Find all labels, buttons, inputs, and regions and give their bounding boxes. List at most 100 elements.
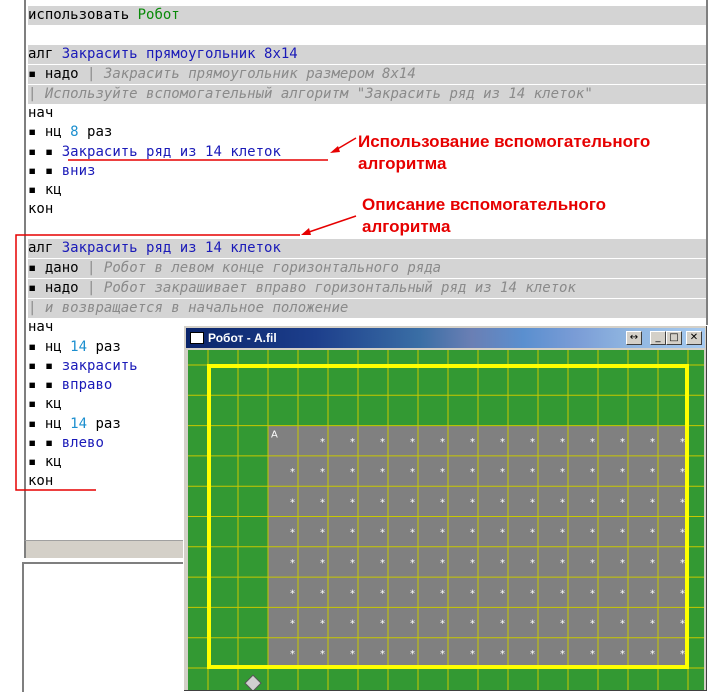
painted-mark: * (620, 467, 625, 478)
painted-mark: * (440, 619, 445, 630)
painted-mark: * (590, 528, 595, 539)
minimize-button[interactable]: _ (650, 331, 666, 345)
painted-mark: * (500, 588, 505, 599)
painted-mark: * (590, 649, 595, 660)
painted-mark: * (410, 558, 415, 569)
painted-mark: * (560, 528, 565, 539)
painted-mark: * (500, 497, 505, 508)
painted-mark: * (530, 437, 535, 448)
painted-mark: * (350, 619, 355, 630)
painted-mark: * (470, 497, 475, 508)
painted-mark: * (440, 437, 445, 448)
painted-mark: * (560, 649, 565, 660)
painted-mark: * (530, 558, 535, 569)
painted-mark: * (620, 528, 625, 539)
painted-mark: * (560, 588, 565, 599)
painted-mark: * (320, 649, 325, 660)
painted-mark: * (590, 619, 595, 630)
painted-mark: * (650, 619, 655, 630)
painted-mark: * (470, 619, 475, 630)
painted-mark: * (530, 588, 535, 599)
painted-mark: * (680, 649, 685, 660)
painted-mark: * (620, 437, 625, 448)
painted-mark: * (410, 437, 415, 448)
painted-mark: * (650, 588, 655, 599)
painted-mark: * (650, 649, 655, 660)
painted-mark: * (500, 467, 505, 478)
painted-mark: * (590, 467, 595, 478)
window-icon (190, 332, 204, 344)
painted-mark: * (380, 558, 385, 569)
description-arrowhead (301, 228, 311, 235)
painted-mark: * (410, 467, 415, 478)
painted-mark: * (650, 558, 655, 569)
painted-mark: * (440, 528, 445, 539)
painted-mark: * (590, 588, 595, 599)
painted-mark: * (380, 437, 385, 448)
painted-mark: * (470, 528, 475, 539)
painted-mark: * (380, 588, 385, 599)
maximize-button[interactable]: □ (666, 331, 682, 345)
painted-mark: * (680, 588, 685, 599)
painted-mark: * (500, 528, 505, 539)
robot-window[interactable]: Робот - A.fil ↔ _ □ ✕ * * * * * * * * * * * * * * * * * *… (183, 325, 708, 692)
painted-mark: * (680, 467, 685, 478)
title-bar[interactable]: Робот - A.fil ↔ _ □ ✕ (186, 328, 705, 348)
painted-mark: * (350, 528, 355, 539)
painted-mark: * (680, 558, 685, 569)
painted-mark: * (410, 588, 415, 599)
description-annotation: Описание вспомогательного алгоритма (362, 195, 607, 236)
painted-mark: * (350, 558, 355, 569)
painted-mark: * (650, 528, 655, 539)
painted-mark: * (650, 467, 655, 478)
painted-mark: * (350, 588, 355, 599)
painted-mark: * (320, 558, 325, 569)
painted-mark: * (380, 467, 385, 478)
painted-mark: * (590, 437, 595, 448)
painted-mark: * (470, 649, 475, 660)
painted-mark: * (560, 558, 565, 569)
painted-mark: * (500, 437, 505, 448)
painted-mark: * (620, 497, 625, 508)
painted-mark: * (290, 528, 295, 539)
painted-mark: * (320, 588, 325, 599)
painted-mark: * (410, 528, 415, 539)
painted-mark: * (380, 528, 385, 539)
painted-mark: * (410, 497, 415, 508)
painted-mark: * (320, 497, 325, 508)
robot-field[interactable]: * * * * * * * * * * * * * * * * * * * * * * * * * * * * * * * * * * * * * * * *… (188, 350, 704, 692)
usage-annotation: Использование вспомогательного алгоритма (358, 132, 651, 173)
painted-mark: * (590, 558, 595, 569)
robot-icon (244, 674, 262, 692)
painted-mark: * (680, 437, 685, 448)
painted-mark: * (380, 619, 385, 630)
painted-mark: * (680, 528, 685, 539)
painted-mark: * (290, 619, 295, 630)
painted-mark: * (290, 558, 295, 569)
painted-mark: * (530, 497, 535, 508)
painted-mark: * (320, 619, 325, 630)
painted-mark: * (620, 619, 625, 630)
painted-mark: * (470, 437, 475, 448)
painted-mark: * (410, 619, 415, 630)
painted-mark: * (440, 558, 445, 569)
painted-mark: * (410, 649, 415, 660)
painted-mark: * (440, 467, 445, 478)
painted-mark: * (350, 649, 355, 660)
painted-mark: * (530, 467, 535, 478)
painted-mark: * (320, 437, 325, 448)
close-button[interactable]: ✕ (686, 331, 702, 345)
painted-mark: * (380, 649, 385, 660)
painted-mark: * (530, 528, 535, 539)
painted-mark: * (530, 619, 535, 630)
resize-button[interactable]: ↔ (626, 331, 642, 345)
painted-mark: * (440, 497, 445, 508)
window-title: Робот - A.fil (208, 331, 277, 345)
painted-mark: * (560, 467, 565, 478)
painted-mark: * (470, 588, 475, 599)
painted-mark: * (470, 467, 475, 478)
painted-mark: * (350, 437, 355, 448)
painted-mark: * (320, 467, 325, 478)
painted-mark: * (290, 467, 295, 478)
painted-mark: * (470, 558, 475, 569)
